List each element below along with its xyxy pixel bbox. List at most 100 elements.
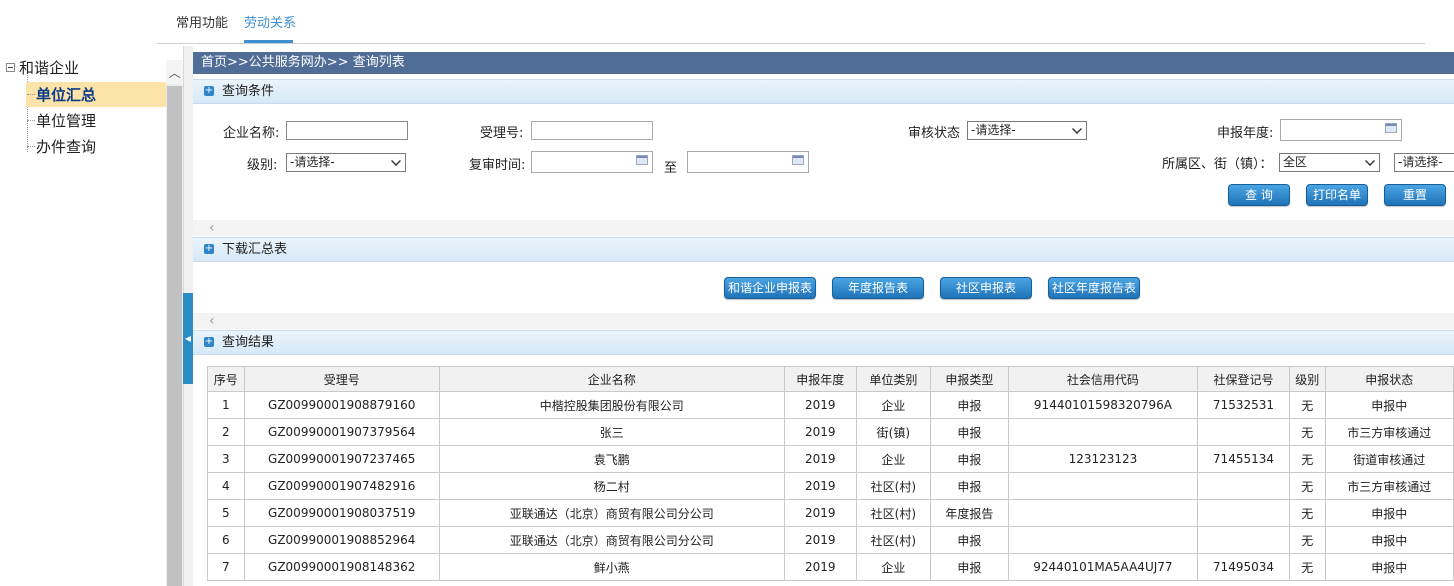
district-label: 所属区、街（镇）： xyxy=(1162,157,1273,172)
table-cell xyxy=(1007,526,1199,554)
table-cell: 91440101598320796A xyxy=(1007,391,1199,419)
table-cell: 市三方审核通过 xyxy=(1324,418,1454,446)
annual-report-form-button[interactable]: 年度报告表 xyxy=(832,277,924,299)
table-cell: 企业 xyxy=(855,553,931,581)
review-time-label: 复审时间: xyxy=(469,158,526,173)
enterprise-name-label: 企业名称: xyxy=(223,126,280,141)
expand-icon[interactable]: + xyxy=(204,337,214,347)
column-header[interactable]: 级别 xyxy=(1288,366,1326,392)
table-cell: 申报 xyxy=(929,472,1009,500)
tab-common-functions[interactable]: 常用功能 xyxy=(176,12,228,31)
tab-labor-relations[interactable]: 劳动关系 xyxy=(244,12,296,31)
to-label: 至 xyxy=(664,161,678,176)
column-header[interactable]: 企业名称 xyxy=(438,366,785,392)
table-cell: 中楷控股集团股份有限公司 xyxy=(438,391,785,419)
column-header[interactable]: 单位类别 xyxy=(855,366,931,392)
accept-no-input[interactable] xyxy=(531,121,653,140)
reset-button[interactable]: 重置 xyxy=(1384,184,1446,206)
table-cell: 无 xyxy=(1288,553,1326,581)
calendar-icon[interactable] xyxy=(792,155,804,165)
query-results-header: + 查询结果 xyxy=(193,330,1454,355)
collapse-sidebar-icon[interactable]: ◀ xyxy=(183,293,193,384)
table-row[interactable]: 5 GZ00990001908037519 亚联通达（北京）商贸有限公司分公司 … xyxy=(207,499,1454,527)
table-cell: 杨二村 xyxy=(438,472,785,500)
table-cell: GZ00990001908148362 xyxy=(243,553,440,581)
horizontal-scrollbar[interactable]: ‹ xyxy=(193,220,1454,236)
table-cell: 无 xyxy=(1288,526,1326,554)
calendar-icon[interactable] xyxy=(1385,123,1397,133)
column-header[interactable]: 受理号 xyxy=(243,366,440,392)
table-cell: 企业 xyxy=(855,391,931,419)
print-list-button[interactable]: 打印名单 xyxy=(1306,184,1368,206)
table-cell: 张三 xyxy=(438,418,785,446)
table-cell: 2019 xyxy=(783,553,857,581)
table-cell: GZ00990001908852964 xyxy=(243,526,440,554)
table-cell: 亚联通达（北京）商贸有限公司分公司 xyxy=(438,526,785,554)
tree-item-case-query[interactable]: 办件查询 xyxy=(36,136,96,157)
scroll-up-icon[interactable]: ︿ xyxy=(166,60,183,84)
table-cell: GZ00990001908037519 xyxy=(243,499,440,527)
table-row[interactable]: 2 GZ00990001907379564 张三 2019 街(镇) 申报 无 … xyxy=(207,418,1454,446)
table-cell: 2019 xyxy=(783,499,857,527)
section-title: 查询条件 xyxy=(222,84,275,99)
district-select[interactable]: 全区 xyxy=(1279,153,1380,172)
table-cell: 71532531 xyxy=(1197,391,1290,419)
section-title: 查询结果 xyxy=(222,335,275,350)
harmonious-enterprise-form-button[interactable]: 和谐企业申报表 xyxy=(724,277,816,299)
table-row[interactable]: 3 GZ00990001907237465 袁飞鹏 2019 企业 申报 123… xyxy=(207,445,1454,473)
tree-item-unit-management[interactable]: 单位管理 xyxy=(36,110,96,131)
tree-root-harmonious-enterprise[interactable]: 和谐企业 xyxy=(6,57,79,78)
table-cell: 市三方审核通过 xyxy=(1324,472,1454,500)
table-cell: 2019 xyxy=(783,472,857,500)
review-time-from-input[interactable] xyxy=(531,151,653,173)
column-header[interactable]: 序号 xyxy=(207,366,245,392)
table-cell: 6 xyxy=(207,526,245,554)
table-cell: 2019 xyxy=(783,445,857,473)
column-header[interactable]: 社会信用代码 xyxy=(1007,366,1199,392)
table-row[interactable]: 6 GZ00990001908852964 亚联通达（北京）商贸有限公司分公司 … xyxy=(207,526,1454,554)
expand-icon[interactable]: + xyxy=(204,244,214,254)
download-summary-header: + 下载汇总表 xyxy=(193,237,1454,262)
level-select[interactable]: -请选择- xyxy=(286,153,406,172)
table-cell: 申报中 xyxy=(1324,391,1454,419)
tree-item-unit-summary[interactable]: 单位汇总 xyxy=(36,84,96,105)
column-header[interactable]: 申报年度 xyxy=(783,366,857,392)
column-header[interactable]: 申报状态 xyxy=(1324,366,1454,392)
calendar-icon[interactable] xyxy=(636,155,648,165)
table-cell: 申报中 xyxy=(1324,499,1454,527)
horizontal-scrollbar[interactable]: ‹ xyxy=(193,313,1454,329)
query-button[interactable]: 查 询 xyxy=(1228,184,1290,206)
audit-status-label: 审核状态 xyxy=(908,126,961,141)
expand-icon[interactable]: + xyxy=(204,86,214,96)
street-select[interactable]: -请选择- xyxy=(1394,153,1454,172)
table-cell: 71495034 xyxy=(1197,553,1290,581)
audit-status-select[interactable]: -请选择- xyxy=(967,121,1087,140)
report-year-input[interactable] xyxy=(1280,119,1402,141)
sidebar-scrollbar[interactable]: ︿ xyxy=(166,60,183,586)
scroll-left-icon[interactable]: ‹ xyxy=(209,220,215,236)
scrollbar-thumb[interactable] xyxy=(167,86,182,586)
level-value: -请选择- xyxy=(290,155,335,169)
community-form-button[interactable]: 社区申报表 xyxy=(940,277,1032,299)
table-cell: 4 xyxy=(207,472,245,500)
table-cell xyxy=(1197,526,1290,554)
table-cell xyxy=(1197,472,1290,500)
table-cell: 7 xyxy=(207,553,245,581)
table-cell: GZ00990001907237465 xyxy=(243,445,440,473)
scroll-left-icon[interactable]: ‹ xyxy=(209,313,215,329)
column-header[interactable]: 社保登记号 xyxy=(1197,366,1290,392)
review-time-to-input[interactable] xyxy=(687,151,809,173)
table-cell: 袁飞鹏 xyxy=(438,445,785,473)
table-cell: 71455134 xyxy=(1197,445,1290,473)
community-annual-report-button[interactable]: 社区年度报告表 xyxy=(1048,277,1140,299)
table-cell xyxy=(1007,472,1199,500)
table-cell xyxy=(1197,499,1290,527)
column-header[interactable]: 申报类型 xyxy=(929,366,1009,392)
chevron-down-icon xyxy=(1072,124,1082,134)
table-cell: 无 xyxy=(1288,418,1326,446)
table-row[interactable]: 4 GZ00990001907482916 杨二村 2019 社区(村) 申报 … xyxy=(207,472,1454,500)
collapse-toggle-icon[interactable] xyxy=(6,63,15,72)
table-row[interactable]: 1 GZ00990001908879160 中楷控股集团股份有限公司 2019 … xyxy=(207,391,1454,419)
table-row[interactable]: 7 GZ00990001908148362 鲜小燕 2019 企业 申报 924… xyxy=(207,553,1454,581)
enterprise-name-input[interactable] xyxy=(286,121,408,140)
